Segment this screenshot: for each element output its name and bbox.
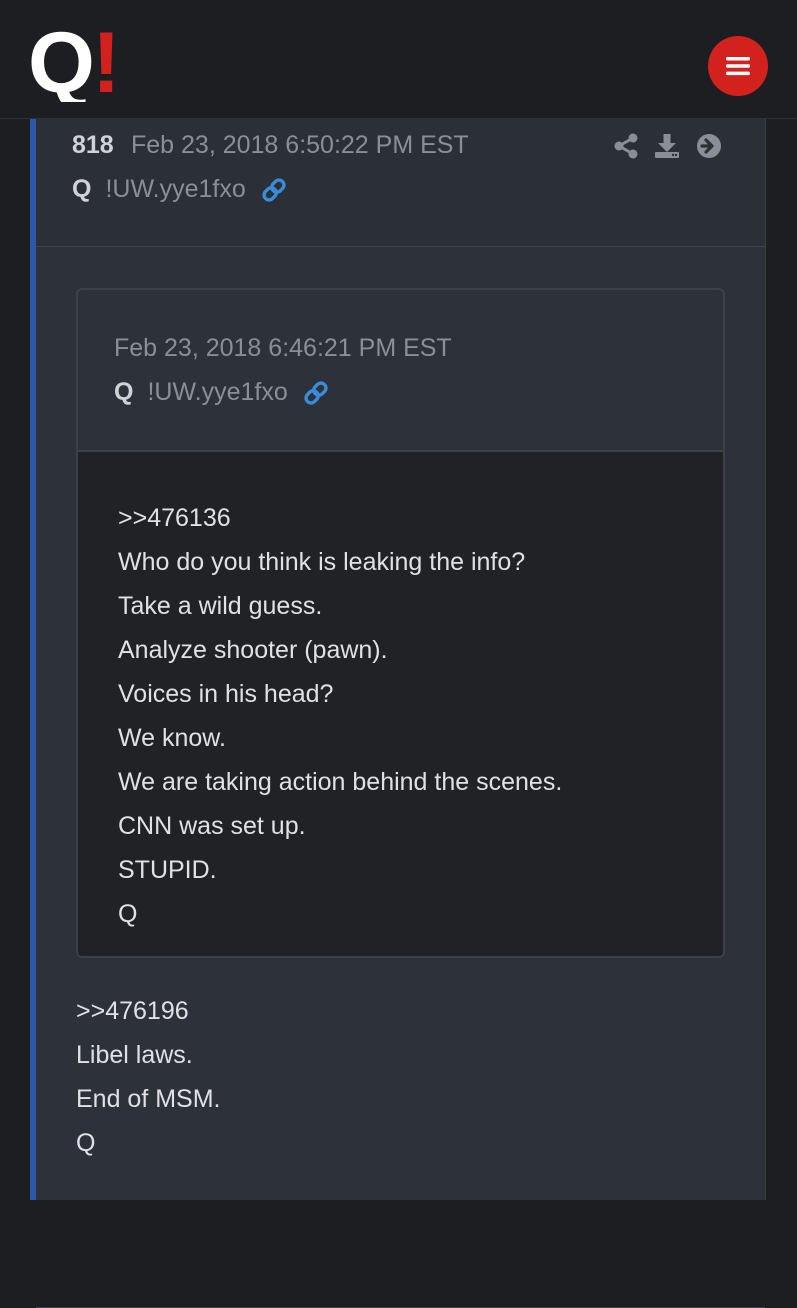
reply-line: End of MSM. xyxy=(76,1085,221,1113)
quoted-line: Q xyxy=(118,900,138,928)
post-author: Q !UW.yye1fxo xyxy=(72,175,288,204)
share-button[interactable] xyxy=(614,133,638,159)
post-actions xyxy=(614,133,722,159)
menu-button[interactable] xyxy=(708,36,768,96)
left-gutter xyxy=(0,119,30,1200)
quoted-permalink-button[interactable] xyxy=(302,379,330,407)
reply-line[interactable]: >>476196 xyxy=(76,989,221,1033)
arrow-right-circle-icon xyxy=(697,134,721,158)
post-card: 818 Feb 23, 2018 6:50:22 PM EST Q !UW.yy… xyxy=(30,119,766,1308)
right-gutter xyxy=(766,119,797,1200)
reply-line: Q xyxy=(76,1129,96,1157)
quoted-line: STUPID. xyxy=(118,856,217,884)
reply-line: Libel laws. xyxy=(76,1041,193,1069)
post-date: Feb 23, 2018 6:50:22 PM EST xyxy=(131,131,469,159)
tripcode: !UW.yye1fxo xyxy=(105,175,246,203)
download-button[interactable] xyxy=(654,133,680,159)
logo-exclamation: ! xyxy=(92,22,121,102)
link-icon xyxy=(262,177,286,202)
quoted-line: Voices in his head? xyxy=(118,680,334,708)
post-header: 818 Feb 23, 2018 6:50:22 PM EST Q !UW.yy… xyxy=(36,119,765,247)
quoted-post-body: >>476136 Who do you think is leaking the… xyxy=(78,452,723,956)
quoted-line: We are taking action behind the scenes. xyxy=(118,768,563,796)
permalink-button[interactable] xyxy=(260,176,288,204)
quoted-line: We know. xyxy=(118,724,226,752)
quoted-line: Take a wild guess. xyxy=(118,592,323,620)
quoted-post-header: Feb 23, 2018 6:46:21 PM EST Q !UW.yye1fx… xyxy=(78,290,723,452)
share-icon xyxy=(614,133,638,159)
quoted-line[interactable]: >>476136 xyxy=(118,496,562,540)
post-number[interactable]: 818 xyxy=(72,131,114,160)
quoted-post-author: Q !UW.yye1fxo xyxy=(114,378,330,407)
next-post-button[interactable] xyxy=(696,133,722,159)
quoted-post-date: Feb 23, 2018 6:46:21 PM EST xyxy=(114,334,452,362)
quoted-line: CNN was set up. xyxy=(118,812,306,840)
app-header: Q ! xyxy=(0,0,797,119)
quoted-post: Feb 23, 2018 6:46:21 PM EST Q !UW.yye1fx… xyxy=(76,288,725,958)
q-logo[interactable]: Q ! xyxy=(28,22,128,102)
quoted-tripcode: !UW.yye1fxo xyxy=(147,378,288,406)
logo-q-letter: Q xyxy=(28,22,95,102)
quoted-line: Who do you think is leaking the info? xyxy=(118,548,526,576)
author-name: Q xyxy=(72,175,92,203)
quoted-line: Analyze shooter (pawn). xyxy=(118,636,388,664)
download-icon xyxy=(655,134,679,158)
quoted-post-text: >>476136 Who do you think is leaking the… xyxy=(118,496,562,936)
post-text: >>476196 Libel laws. End of MSM. Q xyxy=(76,989,221,1165)
post-body: Feb 23, 2018 6:46:21 PM EST Q !UW.yye1fx… xyxy=(36,247,765,1308)
link-icon xyxy=(304,380,328,405)
quoted-author-name: Q xyxy=(114,378,134,406)
hamburger-menu-icon xyxy=(726,57,750,76)
